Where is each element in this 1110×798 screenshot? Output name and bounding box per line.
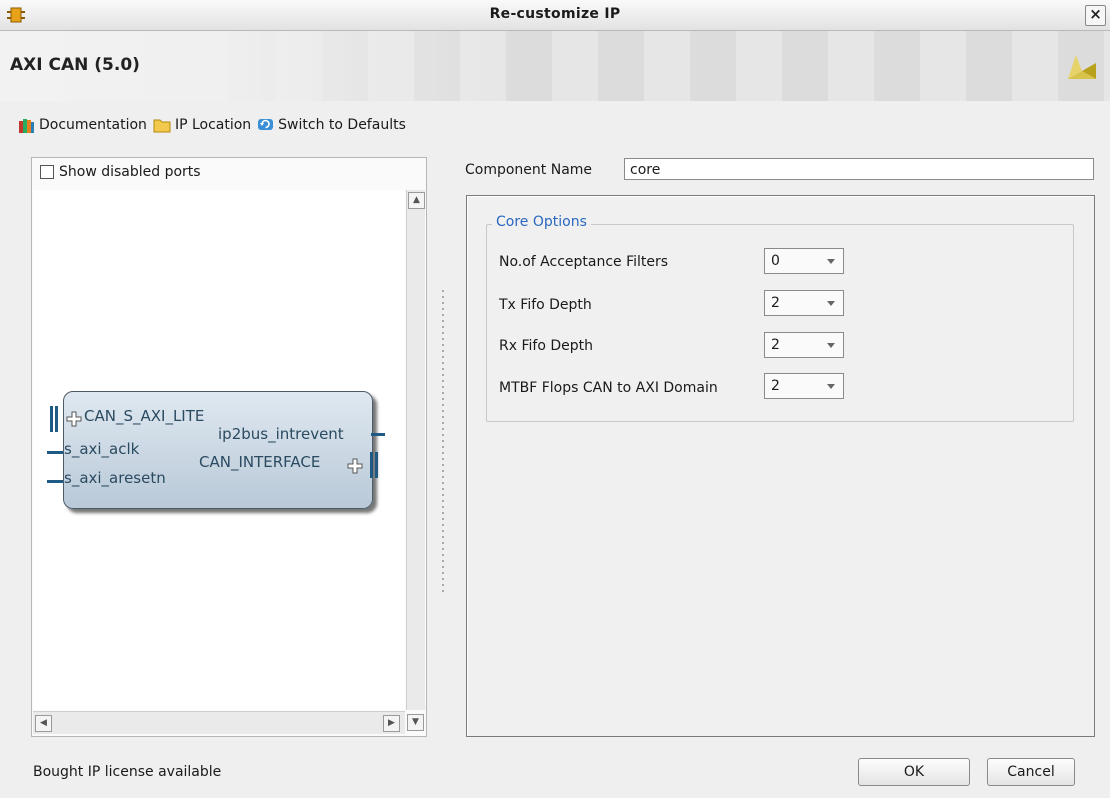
switch-defaults-button[interactable]: Switch to Defaults <box>257 117 406 134</box>
component-name-input[interactable]: core <box>624 158 1094 180</box>
port-pin <box>371 433 385 436</box>
acceptance-filters-label: No.of Acceptance Filters <box>499 254 669 270</box>
ip-location-button[interactable]: IP Location <box>153 117 251 133</box>
port-s-axi-aclk: s_axi_aclk <box>64 440 140 458</box>
ip-heading: AXI CAN (5.0) <box>10 55 140 75</box>
documentation-button[interactable]: Documentation <box>18 117 147 134</box>
scroll-left-icon[interactable]: ◀ <box>35 715 52 732</box>
window-title: Re-customize IP <box>489 6 621 22</box>
expand-plus-icon[interactable] <box>66 411 82 427</box>
scroll-down-icon[interactable]: ▼ <box>407 714 424 731</box>
ip-location-label: IP Location <box>174 117 252 133</box>
show-disabled-ports-checkbox[interactable]: Show disabled ports <box>40 164 201 180</box>
switch-defaults-label: Switch to Defaults <box>278 117 406 133</box>
port-s-axi-aresetn: s_axi_aresetn <box>64 469 166 487</box>
mtbf-flops-label: MTBF Flops CAN to AXI Domain <box>499 380 718 396</box>
tx-fifo-depth-label: Tx Fifo Depth <box>499 297 592 313</box>
tx-fifo-depth-select[interactable]: 2 <box>764 290 844 316</box>
expand-plus-icon[interactable] <box>347 458 363 474</box>
cancel-button[interactable]: Cancel <box>987 758 1075 786</box>
acceptance-filters-select[interactable]: 0 <box>764 248 844 274</box>
core-options-title: Core Options <box>492 214 591 230</box>
port-pin <box>47 451 63 454</box>
chevron-down-icon <box>827 384 835 389</box>
rx-fifo-depth-label: Rx Fifo Depth <box>499 338 593 354</box>
documentation-label: Documentation <box>39 117 147 133</box>
port-can-s-axi-lite: CAN_S_AXI_LITE <box>84 407 205 425</box>
chevron-down-icon <box>827 343 835 348</box>
chevron-down-icon <box>827 259 835 264</box>
header-banner: AXI CAN (5.0) <box>0 31 1110 101</box>
license-status: Bought IP license available <box>33 764 222 780</box>
scroll-right-icon[interactable]: ▶ <box>383 715 400 732</box>
toolbar: Documentation IP Location Switch to Defa… <box>18 114 412 136</box>
port-ip2bus-intrevent: ip2bus_intrevent <box>218 425 344 443</box>
rx-fifo-depth-value: 2 <box>771 337 780 353</box>
port-pin <box>47 480 63 483</box>
panel-splitter[interactable] <box>442 290 444 595</box>
close-icon[interactable]: × <box>1085 5 1106 26</box>
rx-fifo-depth-select[interactable]: 2 <box>764 332 844 358</box>
show-disabled-ports-label: Show disabled ports <box>59 164 201 180</box>
scroll-up-icon[interactable]: ▲ <box>408 192 425 209</box>
vertical-scrollbar[interactable]: ▲ <box>406 190 425 710</box>
checkbox-box[interactable] <box>40 165 54 179</box>
mtbf-flops-value: 2 <box>771 378 780 394</box>
title-bar: Re-customize IP × <box>0 0 1110 31</box>
chevron-down-icon <box>827 301 835 306</box>
bus-connector-icon <box>370 452 378 478</box>
bus-connector-icon <box>50 406 58 432</box>
port-can-interface: CAN_INTERFACE <box>199 453 321 471</box>
component-name-label: Component Name <box>465 162 593 178</box>
tx-fifo-depth-value: 2 <box>771 295 780 311</box>
horizontal-scrollbar[interactable]: ◀ ▶ <box>33 711 405 734</box>
mtbf-flops-select[interactable]: 2 <box>764 373 844 399</box>
acceptance-filters-value: 0 <box>771 253 780 269</box>
ok-button[interactable]: OK <box>858 758 970 786</box>
refresh-icon <box>258 118 274 130</box>
books-icon <box>19 118 34 133</box>
xilinx-logo-icon <box>1068 55 1096 79</box>
folder-icon <box>153 119 171 133</box>
